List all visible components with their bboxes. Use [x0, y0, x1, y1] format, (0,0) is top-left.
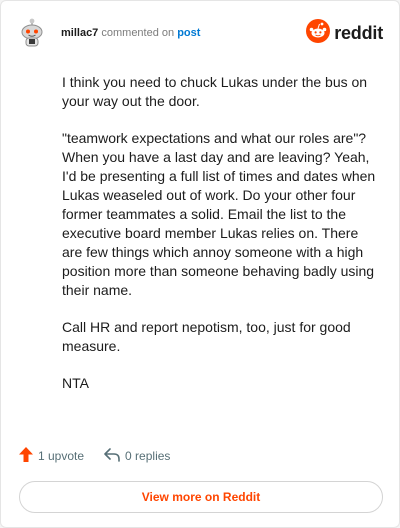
comment-paragraph: Call HR and report nepotism, too, just f…	[62, 319, 351, 354]
reddit-brand[interactable]: reddit	[306, 18, 383, 48]
replies-button[interactable]: 0 replies	[104, 447, 171, 465]
upvote-button[interactable]: 1 upvote	[19, 447, 84, 465]
reddit-logo-icon	[306, 18, 331, 48]
action-text: commented on	[101, 27, 175, 39]
upvote-arrow-icon	[19, 447, 38, 465]
post-link[interactable]: post	[177, 27, 200, 39]
brand-wordmark: reddit	[334, 22, 383, 43]
comment-header: millac7 commented on post reddit	[17, 15, 383, 55]
comment-body: I think you need to chuck Lukas under th…	[62, 73, 382, 411]
comment-paragraph: "teamwork expectations and what our role…	[62, 130, 376, 298]
username-link[interactable]: millac7	[61, 27, 98, 39]
comment-actions: 1 upvote 0 replies	[19, 445, 190, 467]
snoo-avatar-icon[interactable]	[19, 17, 45, 47]
comment-paragraph: NTA	[62, 375, 89, 391]
upvote-count: 1 upvote	[38, 449, 85, 463]
replies-count: 0 replies	[125, 449, 171, 463]
comment-paragraph: I think you need to chuck Lukas under th…	[62, 74, 368, 109]
reddit-comment-embed: millac7 commented on post reddit I think…	[0, 0, 400, 528]
view-more-button[interactable]: View more on Reddit	[19, 481, 383, 513]
reply-arrow-icon	[104, 447, 125, 465]
comment-meta: millac7 commented on post	[61, 27, 200, 39]
